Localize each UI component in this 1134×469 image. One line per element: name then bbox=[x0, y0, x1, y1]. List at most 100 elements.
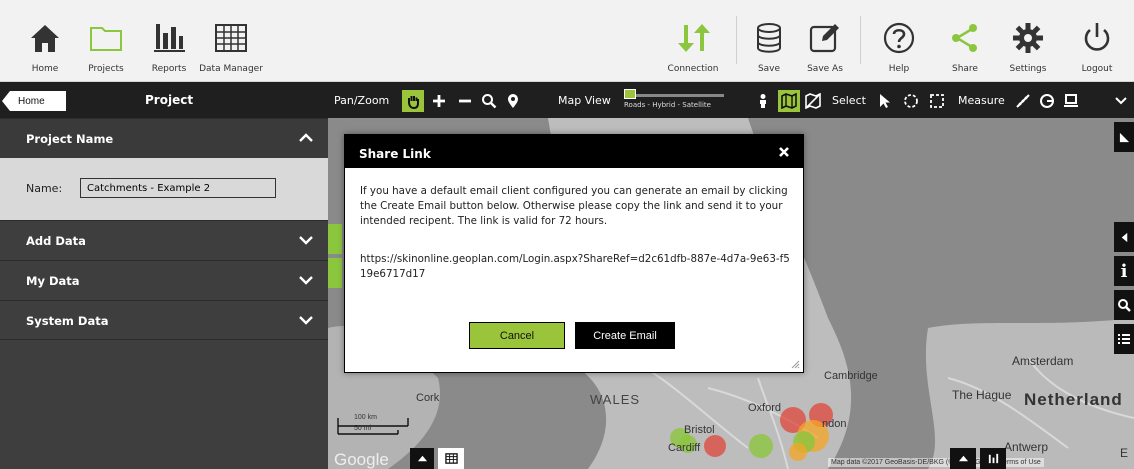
toolbar-expand-button[interactable] bbox=[1110, 90, 1132, 112]
help-button[interactable]: Help bbox=[868, 6, 930, 76]
map-icon bbox=[781, 93, 797, 109]
slider-track bbox=[624, 94, 724, 97]
layer-panel-tab[interactable] bbox=[328, 224, 342, 254]
data-table-button[interactable] bbox=[438, 448, 464, 469]
collapse-corner-button[interactable] bbox=[1114, 122, 1134, 152]
home-icon bbox=[25, 18, 65, 58]
slider-thumb[interactable] bbox=[624, 89, 636, 99]
edit-icon bbox=[805, 18, 845, 58]
database-icon bbox=[749, 18, 789, 58]
chart-panel-toggle-button[interactable] bbox=[950, 448, 976, 469]
cancel-button[interactable]: Cancel bbox=[469, 322, 565, 349]
chart-button[interactable] bbox=[980, 448, 1006, 469]
panel-home-button[interactable]: Home bbox=[2, 91, 66, 111]
connection-label: Connection bbox=[667, 64, 719, 74]
section-my-data-label: My Data bbox=[26, 274, 80, 288]
map-label-wales: WALES bbox=[590, 392, 641, 407]
clear-map-button[interactable] bbox=[802, 90, 824, 112]
map-label-cambridge: Cambridge bbox=[824, 370, 878, 382]
measure-line-button[interactable] bbox=[1012, 90, 1034, 112]
share-label: Share bbox=[952, 64, 978, 74]
map-label-netherlands: Netherland bbox=[1024, 390, 1123, 409]
panel-header: Home Project bbox=[0, 82, 328, 118]
dialog-message: If you have a default email client confi… bbox=[360, 185, 788, 227]
project-name-input[interactable] bbox=[80, 178, 276, 198]
share-link-text[interactable]: https://skinonline.geoplan.com/Login.asp… bbox=[360, 252, 790, 282]
person-icon bbox=[760, 94, 766, 108]
panel-title: Project bbox=[145, 93, 194, 107]
triangle-up-icon bbox=[958, 455, 968, 462]
info-icon[interactable]: i bbox=[1114, 256, 1134, 286]
select-pointer-button[interactable] bbox=[874, 90, 896, 112]
map-pin-icon bbox=[508, 94, 518, 108]
arrows-updown-icon bbox=[673, 18, 713, 58]
save-as-button[interactable]: Save As bbox=[794, 6, 856, 76]
project-panel: Home Project Project Name Name: Add Data… bbox=[0, 82, 328, 469]
map-label-bristol: Bristol bbox=[684, 424, 715, 436]
share-link-dialog: Share Link If you have a default email c… bbox=[344, 134, 804, 373]
map-label-oxford: Oxford bbox=[748, 402, 782, 414]
map-layers-button[interactable] bbox=[778, 90, 800, 112]
toolbar-separator bbox=[860, 16, 861, 64]
map-label-amsterdam: Amsterdam bbox=[1012, 354, 1074, 368]
section-add-data-label: Add Data bbox=[26, 234, 86, 248]
select-box-button[interactable] bbox=[926, 90, 948, 112]
resize-handle-icon[interactable] bbox=[790, 359, 800, 369]
search-icon bbox=[1118, 299, 1131, 312]
measure-radius-button[interactable] bbox=[1036, 90, 1058, 112]
chevron-down-icon bbox=[299, 276, 313, 285]
right-panel-toggle-button[interactable] bbox=[1114, 222, 1134, 252]
reports-button[interactable]: Reports bbox=[138, 6, 200, 76]
logout-button[interactable]: Logout bbox=[1066, 6, 1128, 76]
save-as-label: Save As bbox=[807, 64, 843, 74]
corner-arrow-icon bbox=[1119, 132, 1129, 142]
project-name-body: Name: bbox=[0, 158, 328, 220]
layer-panel-tab[interactable] bbox=[328, 258, 342, 288]
map-off-icon bbox=[805, 93, 821, 109]
triangle-up-icon bbox=[417, 455, 427, 462]
home-label: Home bbox=[31, 64, 59, 74]
folder-icon bbox=[86, 18, 126, 58]
section-project-name[interactable]: Project Name bbox=[0, 118, 328, 158]
home-button[interactable]: Home bbox=[14, 6, 76, 76]
close-icon[interactable] bbox=[777, 145, 791, 159]
map-label-the-hague: The Hague bbox=[952, 388, 1012, 402]
zoom-out-button[interactable] bbox=[454, 90, 476, 112]
settings-button[interactable]: Settings bbox=[997, 6, 1059, 76]
data-manager-button[interactable]: Data Manager bbox=[199, 6, 263, 76]
section-my-data[interactable]: My Data bbox=[0, 260, 328, 300]
connection-button[interactable]: Connection bbox=[662, 6, 724, 76]
map-panel-toggle-button[interactable] bbox=[410, 448, 434, 469]
save-button[interactable]: Save bbox=[738, 6, 800, 76]
create-email-button[interactable]: Create Email bbox=[575, 322, 675, 349]
streetview-button[interactable] bbox=[752, 90, 774, 112]
google-logo: Google bbox=[334, 450, 389, 469]
map-attribution: Map data ©2017 GeoBasis-DE/BKG (©2009), … bbox=[828, 458, 1044, 467]
projects-button[interactable]: Projects bbox=[75, 6, 137, 76]
projects-label: Projects bbox=[88, 64, 124, 74]
triangle-left-icon bbox=[1121, 232, 1127, 242]
share-button[interactable]: Share bbox=[934, 6, 996, 76]
locate-button[interactable] bbox=[502, 90, 524, 112]
mapview-slider[interactable]: Roads - Hybrid - Satellite bbox=[624, 89, 734, 111]
lasso-circle-icon bbox=[904, 94, 918, 108]
zoom-in-button[interactable] bbox=[428, 90, 450, 112]
measure-label: Measure bbox=[958, 94, 1005, 107]
map-toolbar: Pan/Zoom Map View Roads - Hybrid - Satel… bbox=[328, 82, 1134, 118]
section-system-data[interactable]: System Data bbox=[0, 300, 328, 340]
select-circle-button[interactable] bbox=[900, 90, 922, 112]
pan-button[interactable] bbox=[402, 90, 424, 112]
power-icon bbox=[1077, 18, 1117, 58]
gear-icon bbox=[1008, 18, 1048, 58]
legend-button[interactable] bbox=[1114, 324, 1134, 354]
measure-area-button[interactable] bbox=[1060, 90, 1082, 112]
chevron-down-icon bbox=[299, 316, 313, 325]
search-button[interactable] bbox=[1114, 290, 1134, 320]
ruler-icon bbox=[1016, 94, 1030, 108]
section-add-data[interactable]: Add Data bbox=[0, 220, 328, 260]
lasso-box-icon bbox=[930, 94, 944, 108]
reports-label: Reports bbox=[151, 64, 187, 74]
map-label-east: E bbox=[1120, 446, 1129, 460]
toolbar-separator bbox=[736, 16, 737, 64]
zoom-box-button[interactable] bbox=[478, 90, 500, 112]
